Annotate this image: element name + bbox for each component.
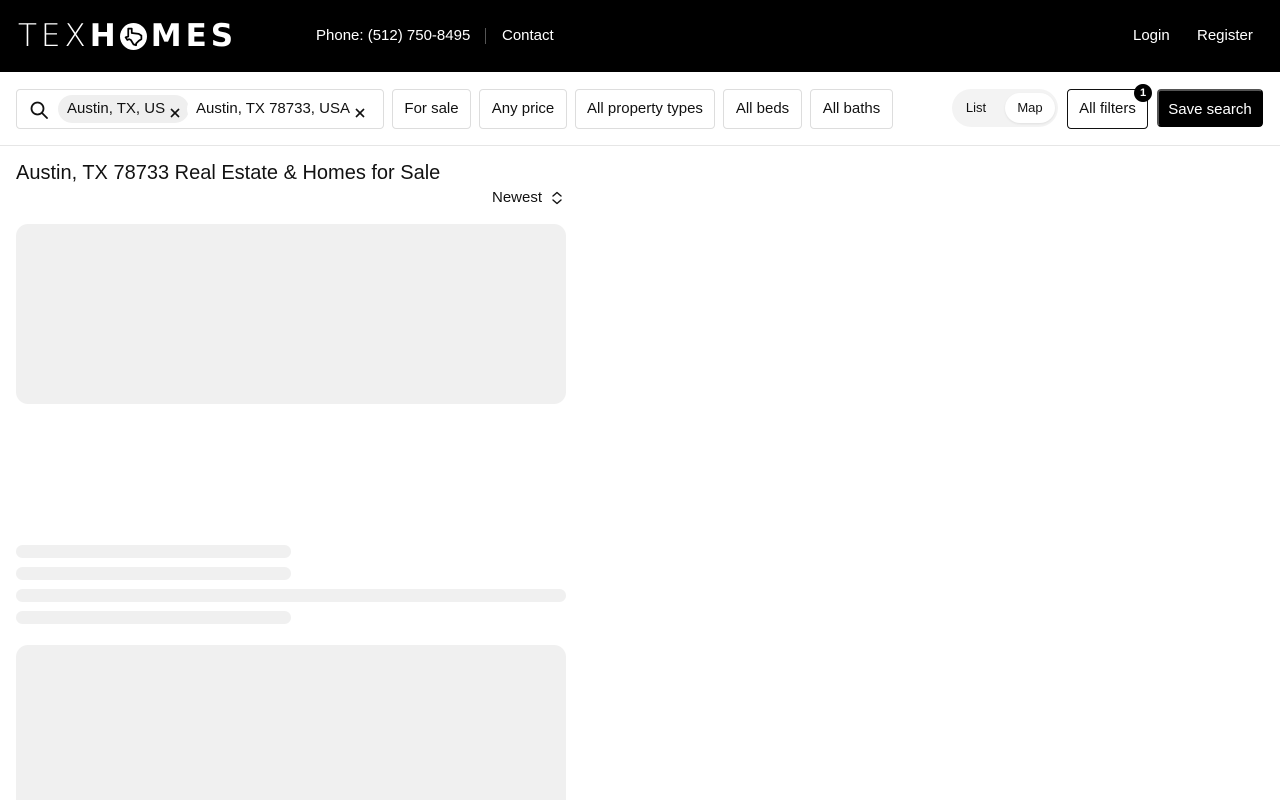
listing-type-dropdown[interactable]: For sale — [392, 89, 471, 129]
header-divider — [485, 28, 486, 44]
location-chip-label: Austin, TX 78733, USA — [196, 100, 350, 117]
listing-image-skeleton — [16, 645, 566, 800]
list-view-option[interactable]: List — [956, 93, 996, 123]
location-chip-label: Austin, TX, US — [67, 100, 166, 117]
price-dropdown[interactable]: Any price — [479, 89, 567, 129]
list-map-toggle: List Map — [952, 89, 1058, 127]
map-view-option[interactable]: Map — [1005, 93, 1055, 123]
listing-text-skeleton — [16, 567, 291, 580]
listing-text-skeleton — [16, 611, 291, 624]
logo-letter-h: H — [89, 18, 120, 54]
location-search-input[interactable]: Austin, TX, US Austin, TX 78733, USA — [16, 89, 384, 129]
texhomes-logo[interactable]: TEX H MES — [18, 20, 237, 52]
texas-map-icon — [119, 22, 147, 50]
sort-dropdown[interactable]: Newest — [492, 188, 563, 208]
page-title: Austin, TX 78733 Real Estate & Homes for… — [16, 162, 441, 184]
login-link[interactable]: Login — [1133, 26, 1170, 46]
sort-label: Newest — [492, 189, 543, 206]
search-icon — [30, 101, 48, 124]
register-link[interactable]: Register — [1197, 26, 1253, 46]
baths-dropdown[interactable]: All baths — [810, 89, 893, 129]
listing-text-skeleton — [16, 589, 566, 602]
all-filters-label: All filters — [1079, 100, 1136, 117]
listing-image-skeleton — [16, 224, 566, 404]
property-type-dropdown[interactable]: All property types — [575, 89, 715, 129]
top-navbar: TEX H MES Phone: (512) 750-8495 Contact … — [0, 0, 1280, 72]
phone-link[interactable]: Phone: (512) 750-8495 — [316, 26, 470, 46]
sort-chevrons-icon — [552, 191, 562, 205]
logo-text-light: TEX — [18, 18, 90, 54]
filter-count-badge: 1 — [1134, 84, 1152, 102]
listing-text-skeleton — [16, 545, 291, 558]
beds-dropdown[interactable]: All beds — [723, 89, 802, 129]
search-filter-bar: Austin, TX, US Austin, TX 78733, USA For… — [0, 72, 1280, 146]
close-icon[interactable] — [353, 102, 367, 118]
close-icon[interactable] — [168, 102, 182, 118]
location-chip: Austin, TX, US — [58, 95, 190, 123]
all-filters-button[interactable]: All filters 1 — [1067, 84, 1152, 129]
logo-text-bold: H MES — [90, 20, 237, 52]
contact-link[interactable]: Contact — [502, 26, 554, 46]
save-search-button[interactable]: Save search — [1157, 89, 1263, 127]
logo-letters-mes: MES — [150, 18, 238, 54]
location-chip: Austin, TX 78733, USA — [187, 95, 374, 123]
